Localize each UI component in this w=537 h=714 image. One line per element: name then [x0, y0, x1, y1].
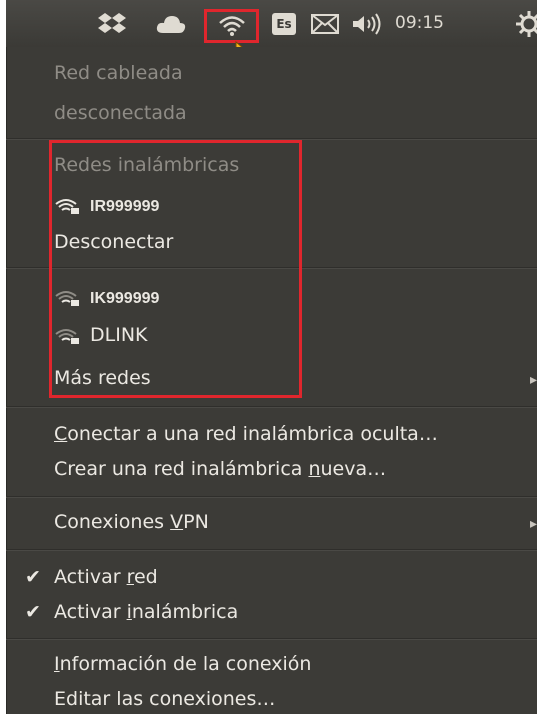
clock-label[interactable]: 09:15 — [395, 13, 444, 33]
volume-icon[interactable] — [351, 13, 385, 35]
mail-icon[interactable] — [311, 14, 339, 34]
separator — [6, 406, 537, 408]
keyboard-layout-indicator[interactable]: Es — [272, 13, 296, 35]
highlight-box — [49, 140, 302, 398]
connect-hidden-network-item[interactable]: Conectar a una red inalámbrica oculta… — [54, 423, 438, 445]
enable-networking-item[interactable]: Activar red — [54, 566, 158, 588]
submenu-arrow-icon: ▸ — [529, 372, 537, 388]
separator — [6, 496, 537, 498]
dropbox-icon[interactable] — [98, 13, 126, 35]
wifi-indicator-button[interactable] — [204, 9, 259, 43]
connection-info-item[interactable]: Información de la conexión — [54, 653, 311, 675]
enable-wireless-item[interactable]: Activar inalámbrica — [54, 601, 238, 623]
power-gear-icon[interactable] — [516, 11, 537, 37]
top-panel: Es 09:15 — [6, 0, 537, 63]
wired-header: Red cableada — [54, 62, 183, 84]
cloud-icon[interactable] — [156, 14, 186, 34]
wired-status: desconectada — [54, 102, 187, 124]
create-network-item[interactable]: Crear una red inalámbrica nueva… — [54, 458, 386, 480]
vpn-connections-item[interactable]: Conexiones VPN — [54, 511, 209, 533]
checkmark-icon: ✔ — [25, 601, 41, 623]
wifi-icon — [219, 16, 245, 36]
separator — [6, 549, 537, 551]
submenu-arrow-icon: ▸ — [529, 516, 537, 532]
checkmark-icon: ✔ — [25, 566, 41, 588]
separator — [6, 638, 537, 640]
edit-connections-item[interactable]: Editar las conexiones… — [54, 688, 275, 710]
